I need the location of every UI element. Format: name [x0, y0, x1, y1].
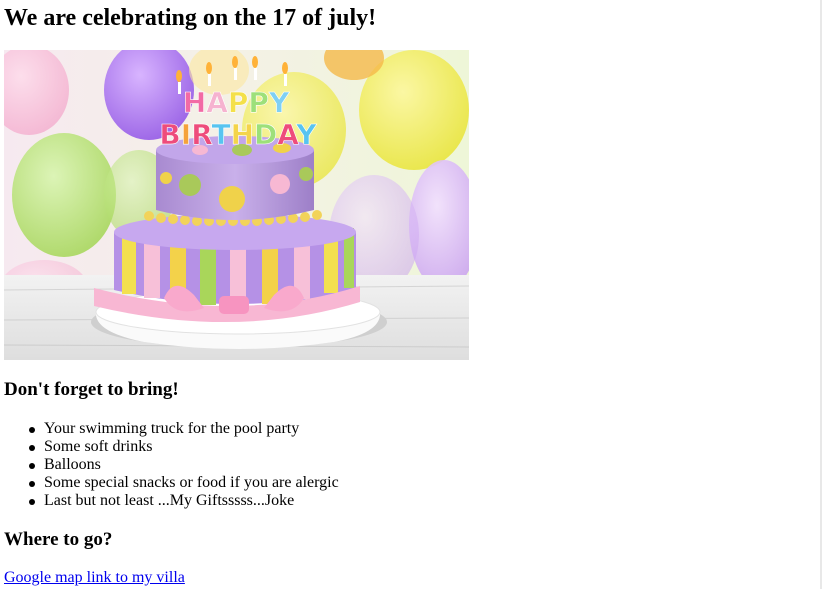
list-item: Balloons — [4, 456, 339, 474]
bullet-icon — [29, 481, 35, 487]
bullet-icon — [29, 445, 35, 451]
list-item: Your swimming truck for the pool party — [4, 420, 339, 438]
birthday-cake-image: HAPPY BIRTHDAY — [4, 50, 469, 360]
page-title: We are celebrating on the 17 of july! — [4, 5, 377, 31]
where-heading: Where to go? — [4, 529, 113, 550]
svg-text:HAPPY: HAPPY — [183, 86, 290, 119]
list-item: Last but not least ...My Giftsssss...Jok… — [4, 492, 339, 510]
bullet-icon — [29, 499, 35, 505]
bring-heading: Don't forget to bring! — [4, 379, 179, 400]
list-item: Some special snacks or food if you are a… — [4, 474, 339, 492]
list-item: Some soft drinks — [4, 438, 339, 456]
bring-list: Your swimming truck for the pool party S… — [4, 420, 339, 510]
svg-text:BIRTHDAY: BIRTHDAY — [159, 118, 317, 151]
bullet-icon — [29, 427, 35, 433]
google-map-link[interactable]: Google map link to my villa — [4, 569, 185, 587]
bullet-icon — [29, 463, 35, 469]
